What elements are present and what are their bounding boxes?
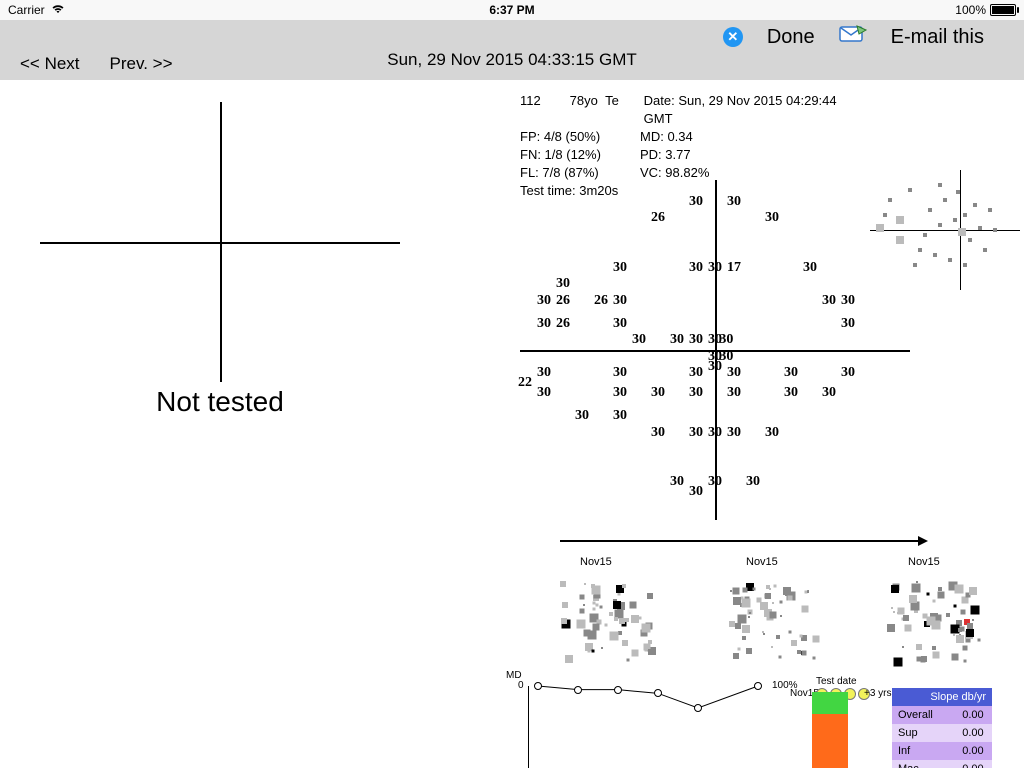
- vf-value: 30: [632, 332, 646, 348]
- record-date: Sun, 29 Nov 2015 04:33:15 GMT: [387, 50, 637, 70]
- vf-value: 30: [784, 365, 798, 381]
- slope-row-mac: Mac0.00: [892, 760, 992, 768]
- vf-value: 30: [537, 316, 551, 332]
- vf-value: 26: [556, 293, 570, 309]
- vf-value: 30: [708, 359, 722, 375]
- close-icon[interactable]: ✕: [723, 27, 743, 47]
- status-bar: Carrier 6:37 PM 100%: [0, 0, 1024, 20]
- vf-value: 30: [689, 365, 703, 381]
- md-y0: 0: [518, 680, 524, 691]
- md-trend-chart: MD 0 -30 100% 0% Nov15Nov15Nov15Nov15Nov…: [528, 676, 778, 768]
- vf-value: 30: [537, 385, 551, 401]
- vf-value: 30: [765, 210, 779, 226]
- prev-button[interactable]: Prev. >>: [110, 54, 173, 74]
- pd-value: PD: 3.77: [640, 146, 860, 164]
- vf-value: 30: [689, 425, 703, 441]
- vf-value: 30: [670, 474, 684, 490]
- vf-value: 30: [708, 425, 722, 441]
- fn-value: FN: 1/8 (12%): [520, 146, 640, 164]
- vf-value: 30: [822, 293, 836, 309]
- vf-value: 30: [613, 365, 627, 381]
- deviation-mini-plot: [870, 170, 1020, 290]
- vf-value: 22: [518, 375, 532, 391]
- vf-value: 26: [651, 210, 665, 226]
- fp-value: FP: 4/8 (50%): [520, 128, 640, 146]
- vf-value: 17: [727, 260, 741, 276]
- plus3yrs-label: +3 yrs: [864, 688, 892, 699]
- history-plot-2: [860, 572, 1000, 672]
- vf-value: 30: [689, 260, 703, 276]
- vf-value: 30: [613, 260, 627, 276]
- vf-value: 30: [719, 332, 733, 348]
- ts-label-1: Nov15: [746, 556, 778, 568]
- vf-value: 30: [651, 425, 665, 441]
- timeline-arrow-icon: [560, 540, 920, 542]
- slope-row-overall: Overall0.00: [892, 706, 992, 724]
- vf-value: 30: [613, 385, 627, 401]
- done-button[interactable]: Done: [767, 26, 815, 49]
- date-label: Date:: [644, 93, 675, 108]
- empty-cross-icon: [40, 102, 400, 382]
- slope-row-sup: Sup0.00: [892, 724, 992, 742]
- vf-value: 30: [613, 408, 627, 424]
- vf-value: 30: [689, 385, 703, 401]
- visual-field-chart: 30 30 26 30 30 30 30 17 30 30 30 26 26 30 30 30 30 26 30 30…: [520, 180, 910, 520]
- ts-label-0: Nov15: [580, 556, 612, 568]
- vf-value: 30: [537, 293, 551, 309]
- wifi-icon: [51, 3, 65, 17]
- vf-value: 30: [708, 260, 722, 276]
- vf-value: 30: [689, 194, 703, 210]
- mail-icon[interactable]: [839, 24, 867, 50]
- vf-value: 30: [822, 385, 836, 401]
- slope-table: Slope db/yr Overall0.00 Sup0.00 Inf0.00 …: [892, 688, 992, 768]
- vf-value: 30: [613, 293, 627, 309]
- vf-value: 30: [765, 425, 779, 441]
- vf-value: 30: [727, 385, 741, 401]
- vf-value: 30: [841, 365, 855, 381]
- vf-value: 30: [727, 425, 741, 441]
- vf-value: 30: [841, 316, 855, 332]
- next-button[interactable]: << Next: [20, 54, 80, 74]
- vf-value: 30: [784, 385, 798, 401]
- left-eye-panel: Not tested: [0, 80, 440, 440]
- not-tested-label: Not tested: [156, 386, 284, 418]
- vf-value: 30: [689, 332, 703, 348]
- vf-value: 30: [708, 474, 722, 490]
- slope-header: Slope db/yr: [892, 688, 992, 706]
- email-button[interactable]: E-mail this: [891, 26, 984, 49]
- vf-value: 26: [594, 293, 608, 309]
- history-plot-1: [698, 572, 838, 672]
- content: Not tested 112 78yo Te Date: Sun, 29 Nov…: [0, 80, 1024, 768]
- vf-value: 30: [613, 316, 627, 332]
- visual-capacity-bar: [812, 692, 848, 768]
- vf-value: 30: [803, 260, 817, 276]
- vf-value: 30: [537, 365, 551, 381]
- vf-value: 30: [727, 365, 741, 381]
- battery-icon: [990, 4, 1016, 16]
- vf-value: 30: [689, 484, 703, 500]
- md-value: MD: 0.34: [640, 128, 860, 146]
- slope-row-inf: Inf0.00: [892, 742, 992, 760]
- vf-value: 30: [746, 474, 760, 490]
- vf-value: 30: [727, 194, 741, 210]
- vf-value: 30: [556, 276, 570, 292]
- patient-id: 112: [520, 93, 541, 108]
- vf-value: 30: [841, 293, 855, 309]
- te-label: Te: [605, 93, 619, 108]
- patient-age: 78yo: [570, 93, 598, 108]
- testdate-label: Test date: [816, 676, 857, 687]
- vf-value: 26: [556, 316, 570, 332]
- vf-value: 30: [575, 408, 589, 424]
- vf-value: 30: [651, 385, 665, 401]
- status-time: 6:37 PM: [208, 3, 816, 17]
- battery-pct: 100%: [955, 3, 986, 17]
- carrier-label: Carrier: [8, 3, 45, 17]
- toolbar: << Next Prev. >> Sun, 29 Nov 2015 04:33:…: [0, 20, 1024, 80]
- vf-value: 30: [670, 332, 684, 348]
- history-plot-0: [532, 572, 672, 672]
- ts-label-2: Nov15: [908, 556, 940, 568]
